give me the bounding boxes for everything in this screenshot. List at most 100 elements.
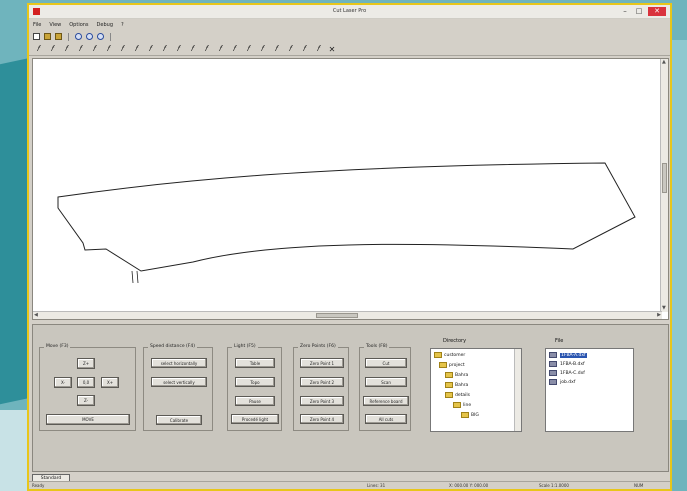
folder-icon xyxy=(461,412,469,418)
file-icon xyxy=(549,361,557,367)
move-group: Move (F3) Z+ X- 0,0 X+ Z- MOVE xyxy=(39,344,136,431)
tree-item[interactable]: project xyxy=(439,362,465,368)
directory-label: Directory xyxy=(443,338,467,344)
drawing-canvas[interactable]: ▲ ▼ ◀ ▶ xyxy=(32,58,669,320)
menu-debug[interactable]: Debug xyxy=(97,22,113,28)
tool-icon[interactable]: 𝑓 xyxy=(228,44,240,54)
menu-view[interactable]: View xyxy=(49,22,61,28)
tree-scrollbar[interactable] xyxy=(514,349,521,431)
file-label: File xyxy=(555,338,564,344)
table-button[interactable]: Table xyxy=(235,358,275,368)
file-icon xyxy=(549,379,557,385)
tools-group-label: Tools (F8) xyxy=(364,344,390,349)
tool-icon[interactable]: 𝑓 xyxy=(312,44,324,54)
procede-light-button[interactable]: Procedé light xyxy=(231,414,279,424)
close-icon[interactable]: ✕ xyxy=(648,7,666,16)
folder-icon xyxy=(453,402,461,408)
select-vertically-button[interactable]: select vertically xyxy=(151,377,207,387)
tool-icon[interactable]: 𝑓 xyxy=(144,44,156,54)
close-tool-icon[interactable]: ✕ xyxy=(326,45,338,54)
zoom-out-icon[interactable] xyxy=(86,33,93,40)
select-horizontally-button[interactable]: select horizontally xyxy=(151,358,207,368)
menu-help[interactable]: ? xyxy=(121,22,124,28)
zero-point-3-button[interactable]: Zero Point 3 xyxy=(300,396,344,406)
tool-icon[interactable]: 𝑓 xyxy=(88,44,100,54)
file-item[interactable]: 1FBA-B.dxf xyxy=(549,361,585,367)
file-list[interactable]: 1FBA-A.dxf 1FBA-B.dxf 1FBA-C.dxf job.dxf xyxy=(545,348,634,432)
tree-item[interactable]: customer xyxy=(434,352,465,358)
cut-button[interactable]: Cut xyxy=(365,358,407,368)
scroll-left-icon[interactable]: ◀ xyxy=(34,312,38,319)
save-icon[interactable] xyxy=(55,33,62,40)
tree-item[interactable]: Bahra xyxy=(445,382,468,388)
open-folder-icon[interactable] xyxy=(44,33,51,40)
minimize-icon[interactable]: – xyxy=(620,7,630,16)
move-x-minus-button[interactable]: X- xyxy=(54,377,72,388)
tool-icon[interactable]: 𝑓 xyxy=(242,44,254,54)
tool-icon[interactable]: 𝑓 xyxy=(46,44,58,54)
app-window: Cut Laser Pro – □ ✕ File View Options De… xyxy=(27,3,672,491)
tool-icon[interactable]: 𝑓 xyxy=(116,44,128,54)
title-bar: Cut Laser Pro – □ ✕ xyxy=(29,5,670,19)
light-group-label: Light (F5) xyxy=(232,344,258,349)
tool-icon[interactable]: 𝑓 xyxy=(200,44,212,54)
scroll-down-icon[interactable]: ▼ xyxy=(662,305,666,312)
tool-icon[interactable]: 𝑓 xyxy=(214,44,226,54)
topo-button[interactable]: Topo xyxy=(235,377,275,387)
tool-icon[interactable]: 𝑓 xyxy=(60,44,72,54)
move-z-plus-button[interactable]: Z+ xyxy=(77,358,95,369)
calibrate-button[interactable]: Calibrate xyxy=(156,415,202,425)
move-x-plus-button[interactable]: X+ xyxy=(101,377,119,388)
tool-icon[interactable]: 𝑓 xyxy=(172,44,184,54)
zero-point-2-button[interactable]: Zero Point 2 xyxy=(300,377,344,387)
vertical-scrollbar[interactable]: ▲ ▼ xyxy=(660,59,668,312)
file-icon xyxy=(549,370,557,376)
menu-options[interactable]: Options xyxy=(69,22,88,28)
scroll-thumb[interactable] xyxy=(316,313,358,318)
folder-icon xyxy=(434,352,442,358)
scan-group-label: Speed distance (F4) xyxy=(148,344,197,349)
control-panel: Move (F3) Z+ X- 0,0 X+ Z- MOVE Speed dis… xyxy=(32,324,669,472)
main-toolbar xyxy=(29,30,670,43)
scroll-up-icon[interactable]: ▲ xyxy=(662,59,666,66)
menu-file[interactable]: File xyxy=(33,22,41,28)
horizontal-scrollbar[interactable]: ◀ ▶ xyxy=(33,311,662,319)
zoom-fit-icon[interactable] xyxy=(97,33,104,40)
tool-icon[interactable]: 𝑓 xyxy=(102,44,114,54)
tree-item[interactable]: line xyxy=(453,402,471,408)
maximize-icon[interactable]: □ xyxy=(634,7,644,16)
scroll-thumb[interactable] xyxy=(662,163,667,193)
folder-icon xyxy=(445,382,453,388)
tools-group: Tools (F8) Cut Scan Reference board All … xyxy=(359,344,411,431)
tree-item[interactable]: Bahra xyxy=(445,372,468,378)
tool-icon[interactable]: 𝑓 xyxy=(270,44,282,54)
tool-icon[interactable]: 𝑓 xyxy=(130,44,142,54)
pause-button[interactable]: Pause xyxy=(235,396,275,406)
scan-button[interactable]: Scan xyxy=(365,377,407,387)
reference-board-button[interactable]: Reference board xyxy=(363,396,409,406)
file-item[interactable]: job.dxf xyxy=(549,379,575,385)
file-item[interactable]: 1FBA-A.dxf xyxy=(549,352,587,358)
all-cuts-button[interactable]: All cuts xyxy=(365,414,407,424)
file-item[interactable]: 1FBA-C.dxf xyxy=(549,370,585,376)
tool-icon[interactable]: 𝑓 xyxy=(284,44,296,54)
directory-tree[interactable]: customer project Bahra Bahra details lin… xyxy=(430,348,522,432)
tool-icon[interactable]: 𝑓 xyxy=(256,44,268,54)
tree-item[interactable]: BIG xyxy=(461,412,479,418)
tool-icon[interactable]: 𝑓 xyxy=(158,44,170,54)
light-group: Light (F5) Table Topo Pause Procedé ligh… xyxy=(227,344,282,431)
new-document-icon[interactable] xyxy=(33,33,40,40)
move-button[interactable]: MOVE xyxy=(46,414,130,425)
zoom-in-icon[interactable] xyxy=(75,33,82,40)
zero-point-1-button[interactable]: Zero Point 1 xyxy=(300,358,344,368)
tool-icon[interactable]: 𝑓 xyxy=(32,44,44,54)
zero-point-4-button[interactable]: Zero Point 4 xyxy=(300,414,344,424)
scroll-right-icon[interactable]: ▶ xyxy=(657,312,661,319)
tree-item[interactable]: details xyxy=(445,392,470,398)
move-origin-button[interactable]: 0,0 xyxy=(77,377,95,388)
folder-icon xyxy=(445,372,453,378)
move-z-minus-button[interactable]: Z- xyxy=(77,395,95,406)
tool-icon[interactable]: 𝑓 xyxy=(186,44,198,54)
tool-icon[interactable]: 𝑓 xyxy=(298,44,310,54)
tool-icon[interactable]: 𝑓 xyxy=(74,44,86,54)
